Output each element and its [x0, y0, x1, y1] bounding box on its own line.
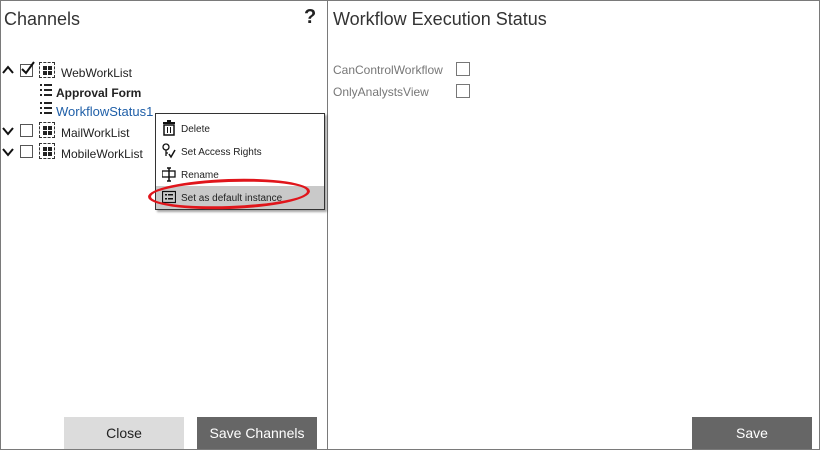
chevron-down-icon[interactable]	[1, 124, 15, 138]
right-panel-title: Workflow Execution Status	[333, 9, 547, 29]
tree-item-label: MobileWorkList	[61, 147, 143, 161]
tree-item-approval-form[interactable]: Approval Form	[56, 84, 141, 102]
panel-divider	[327, 0, 328, 450]
list-icon	[40, 102, 52, 114]
grid-icon	[39, 62, 55, 78]
menu-item-label: Set Access Rights	[181, 147, 262, 158]
tree-item-workflowstatus1[interactable]: WorkflowStatus1	[56, 102, 153, 120]
key-check-icon	[162, 143, 176, 159]
trash-icon	[163, 120, 175, 136]
tree-item-mobileworklist[interactable]: MobileWorkList	[61, 145, 143, 163]
check-icon	[21, 61, 35, 75]
mobileworklist-checkbox[interactable]	[20, 145, 33, 158]
list-icon	[40, 84, 52, 96]
webworklist-checkbox[interactable]	[20, 61, 35, 77]
close-button[interactable]: Close	[64, 417, 184, 449]
rename-icon	[162, 167, 176, 182]
help-icon[interactable]: ?	[304, 6, 316, 29]
save-button[interactable]: Save	[692, 417, 812, 449]
chevron-down-icon[interactable]	[1, 145, 15, 159]
tree-item-label: WorkflowStatus1	[56, 103, 154, 119]
channels-title: Channels	[4, 9, 81, 29]
menu-item-set-access-rights[interactable]: Set Access Rights	[156, 140, 324, 163]
save-channels-button[interactable]: Save Channels	[197, 417, 317, 449]
tree-item-label: WebWorkList	[61, 66, 132, 80]
can-control-workflow-checkbox[interactable]	[456, 62, 470, 76]
menu-item-delete[interactable]: Delete	[156, 117, 324, 140]
tree-item-mailworklist[interactable]: MailWorkList	[61, 124, 129, 142]
only-analysts-view-label: OnlyAnalystsView	[333, 85, 429, 99]
tree-item-label: MailWorkList	[61, 126, 130, 140]
can-control-workflow-label: CanControlWorkflow	[333, 63, 443, 77]
mailworklist-checkbox[interactable]	[20, 124, 33, 137]
tree-item-label: Approval Form	[56, 86, 142, 100]
chevron-up-icon[interactable]	[1, 63, 15, 77]
tree-item-webworklist[interactable]: WebWorkList	[61, 64, 132, 82]
grid-icon	[39, 143, 55, 159]
grid-icon	[39, 122, 55, 138]
only-analysts-view-checkbox[interactable]	[456, 84, 470, 98]
menu-item-label: Delete	[181, 124, 210, 135]
